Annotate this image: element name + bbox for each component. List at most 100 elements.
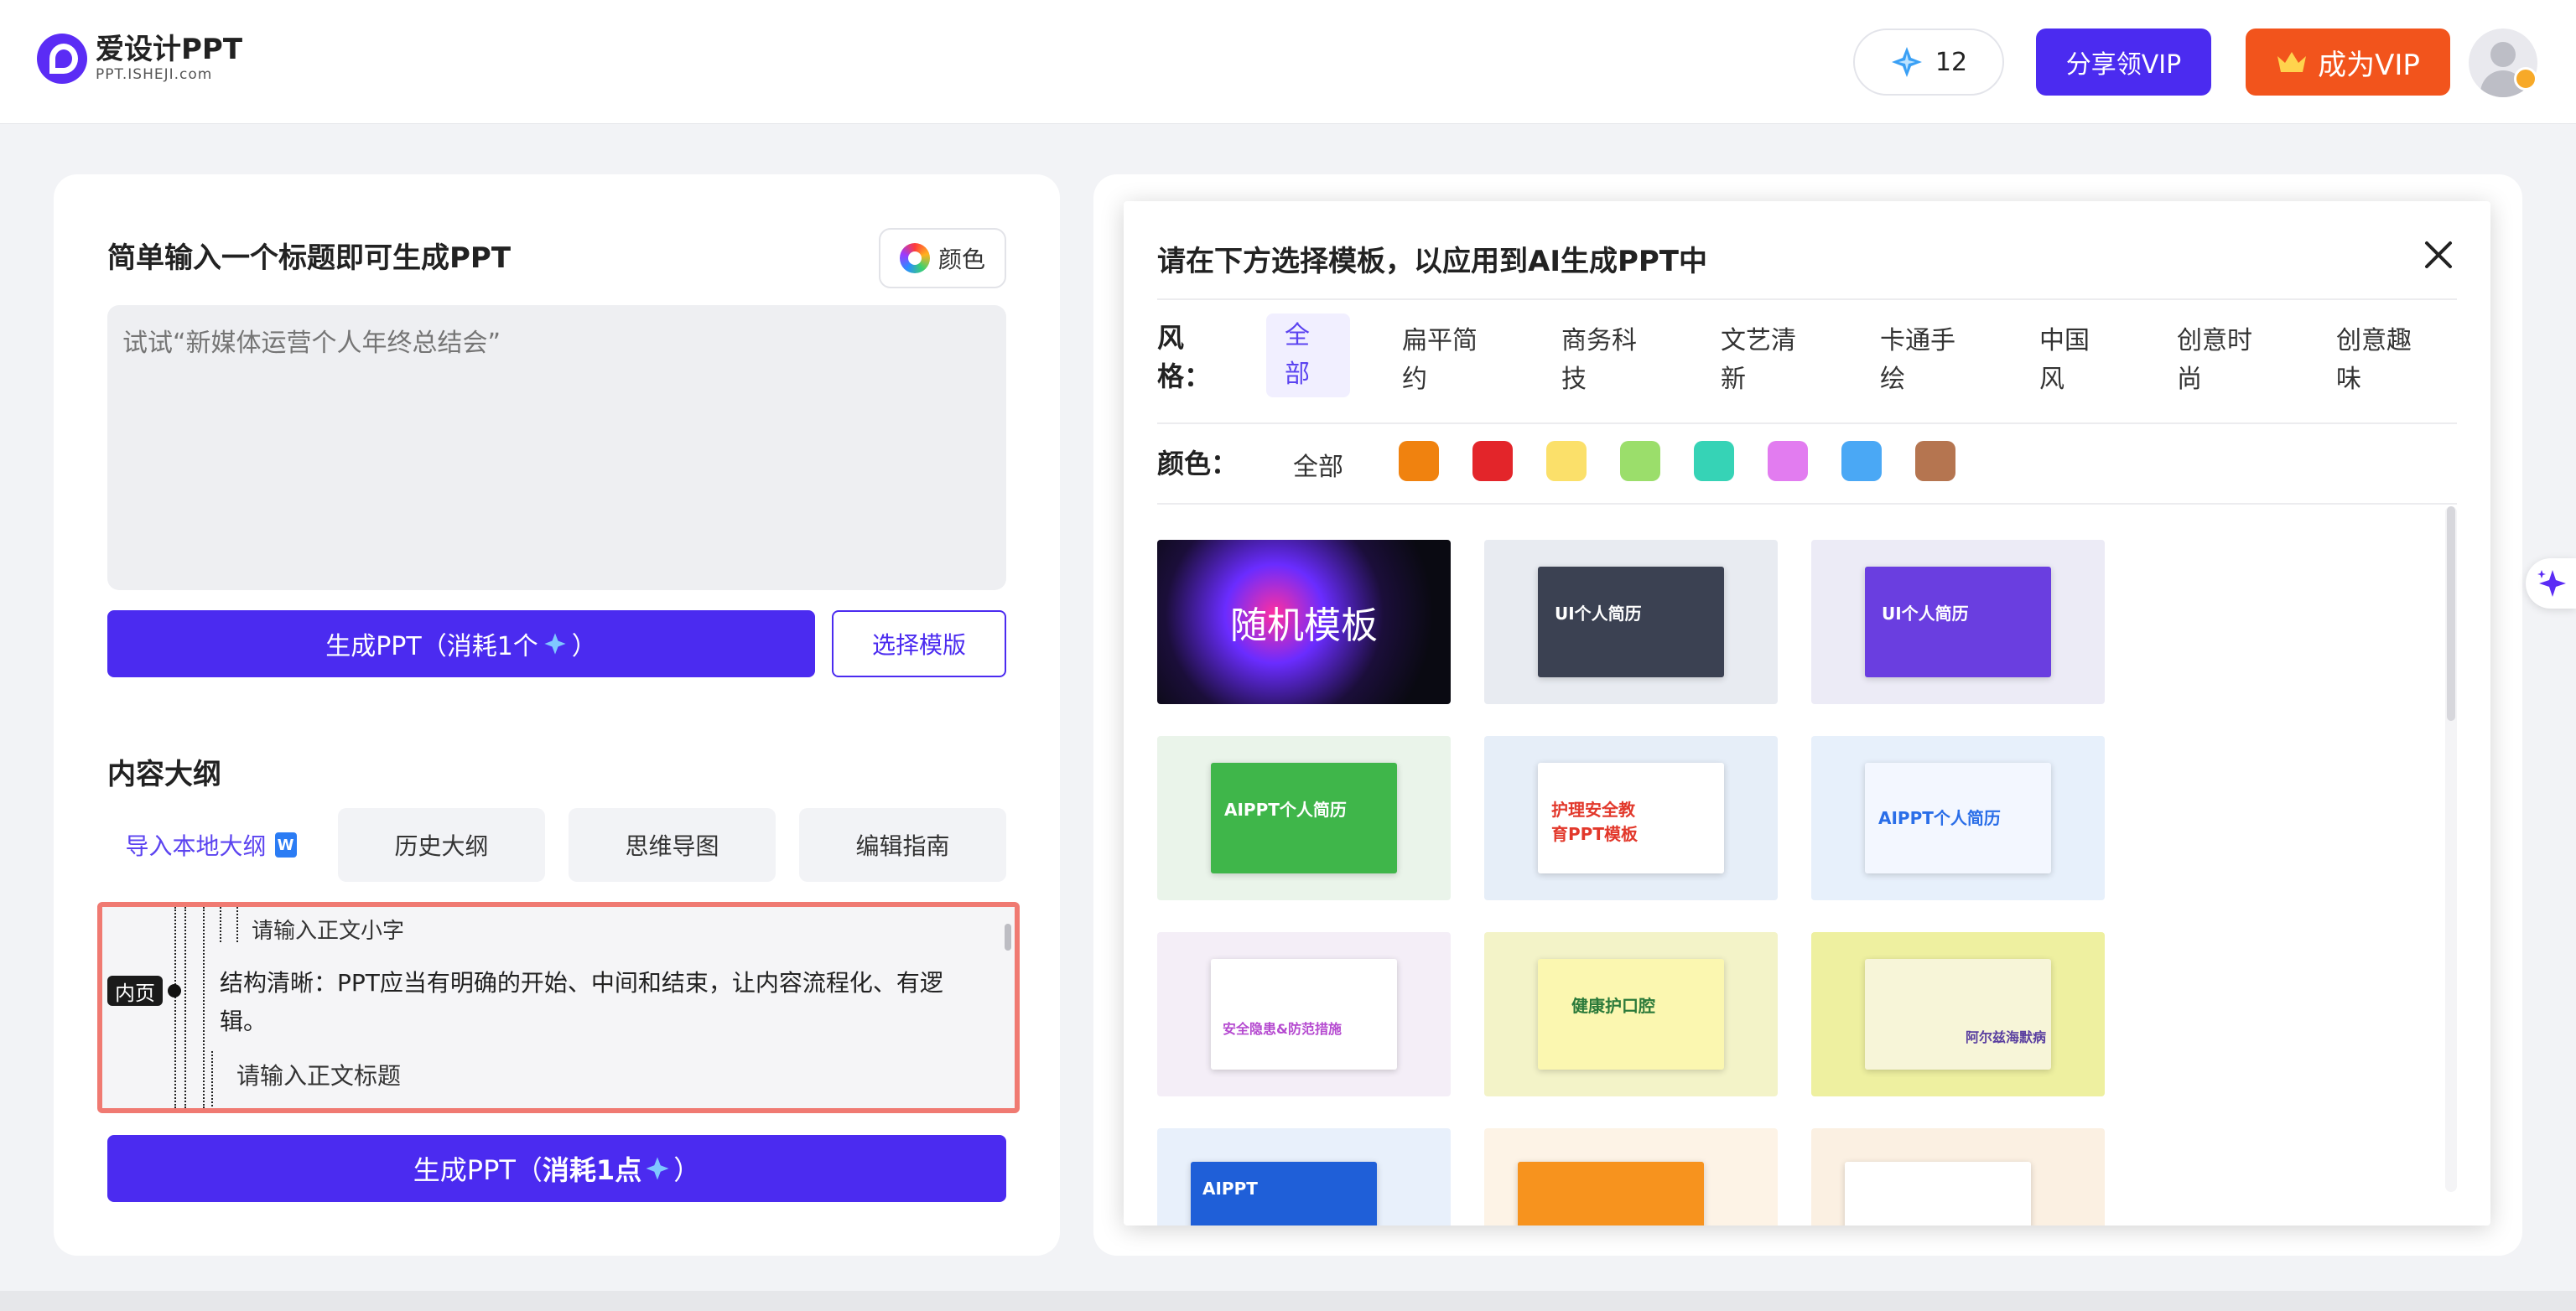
template-label: AIPPT个人简历: [1878, 808, 2001, 828]
template-label: 随机模板: [1230, 604, 1378, 647]
tab-history-outline[interactable]: 历史大纲: [338, 808, 545, 882]
tab-label: 思维导图: [625, 832, 719, 860]
crown-icon: [2277, 52, 2307, 72]
template-card[interactable]: [1484, 1128, 1778, 1226]
color-button[interactable]: 颜色: [879, 228, 1006, 288]
style-option-flat[interactable]: 扁平简约: [1402, 322, 1483, 399]
style-option-chinese[interactable]: 中国风: [2039, 322, 2098, 399]
generate-cost: 消耗1点: [542, 1154, 642, 1186]
template-card[interactable]: 护理安全教育PPT模板: [1484, 736, 1778, 900]
vip-badge-icon: [2514, 67, 2537, 91]
tab-label: 导入本地大纲: [125, 832, 267, 860]
tab-edit-guide[interactable]: 编辑指南: [799, 808, 1006, 882]
color-swatch-red[interactable]: [1472, 441, 1513, 481]
word-doc-icon: W: [274, 832, 297, 858]
color-swatch-brown[interactable]: [1915, 441, 1955, 481]
generate-ppt-from-outline-button[interactable]: 生成PPT（ 消耗1点 ）: [107, 1135, 1006, 1202]
generate-tail: ）: [673, 1154, 701, 1186]
logo-name: 爱设计PPT: [96, 33, 243, 66]
close-icon[interactable]: [2422, 238, 2455, 272]
tab-import-local-outline[interactable]: 导入本地大纲 W: [107, 808, 314, 882]
template-card[interactable]: AIPPT个人简历: [1157, 736, 1451, 900]
generate-ppt-button[interactable]: 生成PPT（消耗1个 ）: [107, 610, 815, 677]
page-footer-band: [0, 1291, 2576, 1311]
share-vip-button[interactable]: 分享领VIP: [2036, 28, 2211, 96]
color-swatch-blue[interactable]: [1841, 441, 1882, 481]
color-swatch-teal[interactable]: [1694, 441, 1734, 481]
template-card[interactable]: UI个人简历: [1811, 540, 2105, 704]
tree-guide-line: [203, 907, 205, 1108]
template-card[interactable]: 阿尔兹海默病: [1811, 932, 2105, 1096]
tree-guide-line: [211, 1051, 213, 1108]
style-option-creative-fun[interactable]: 创意趣味: [2336, 322, 2417, 399]
template-label: UI个人简历: [1555, 604, 1642, 624]
template-label: 安全隐患&防范措施: [1223, 1021, 1342, 1037]
color-filter-label: 颜色：: [1157, 448, 1239, 479]
template-card[interactable]: UI个人简历: [1484, 540, 1778, 704]
tree-guide-line: [236, 907, 238, 942]
color-button-label: 颜色: [937, 246, 985, 273]
top-header: 爱设计PPT PPT.ISHEJI.com 12 分享领VIP 成为VIP: [0, 0, 2576, 124]
logo-icon: [37, 34, 87, 84]
style-option-creative-fashion[interactable]: 创意时尚: [2177, 322, 2257, 399]
style-option-literary[interactable]: 文艺清新: [1721, 322, 1801, 399]
tree-guide-line: [174, 907, 176, 1108]
template-label: AIPPT个人简历: [1224, 800, 1347, 820]
outline-scrollbar[interactable]: [1005, 924, 1011, 951]
outline-title: 内容大纲: [107, 758, 221, 791]
become-vip-label: 成为VIP: [2318, 48, 2420, 82]
tree-guide-line: [184, 907, 186, 1108]
logo[interactable]: 爱设计PPT PPT.ISHEJI.com: [37, 34, 242, 84]
template-card[interactable]: 健康护口腔: [1484, 932, 1778, 1096]
divider: [1157, 422, 2457, 424]
template-random[interactable]: 随机模板: [1157, 540, 1451, 704]
generate-ppt-label: 生成PPT（消耗1个: [325, 632, 538, 661]
sparkle-icon: [1891, 47, 1922, 77]
tab-mind-map[interactable]: 思维导图: [569, 808, 776, 882]
become-vip-button[interactable]: 成为VIP: [2246, 28, 2450, 96]
title-input[interactable]: [107, 305, 1006, 590]
choose-template-button[interactable]: 选择模版: [832, 610, 1006, 677]
modal-title: 请在下方选择模板，以应用到AI生成PPT中: [1157, 245, 1707, 278]
credits-pill[interactable]: 12: [1853, 28, 2004, 96]
outline-editor[interactable]: 请输入正文小字 内页 结构清晰：PPT应当有明确的开始、中间和结束，让内容流程化…: [97, 902, 1020, 1113]
template-label: 阿尔兹海默病: [1966, 1029, 2047, 1045]
outline-tabs: 导入本地大纲 W 历史大纲 思维导图 编辑指南: [107, 808, 1006, 882]
template-picker-modal: 请在下方选择模板，以应用到AI生成PPT中 风格： 全部 扁平简约 商务科技 文…: [1124, 201, 2490, 1226]
template-label: AIPPT: [1202, 1179, 1258, 1199]
generate-label: 生成PPT（: [413, 1154, 543, 1186]
generate-ppt-tail: ）: [571, 632, 597, 661]
color-wheel-icon: [899, 243, 930, 273]
tab-label: 编辑指南: [855, 832, 950, 860]
style-option-all[interactable]: 全部: [1266, 314, 1350, 397]
color-swatch-pink[interactable]: [1768, 441, 1808, 481]
generator-title: 简单输入一个标题即可生成PPT: [107, 241, 512, 275]
sparkle-icon: [2537, 570, 2566, 597]
outline-line[interactable]: 结构清晰：PPT应当有明确的开始、中间和结束，让内容流程化、有逻辑。: [220, 964, 974, 1041]
template-card[interactable]: [1811, 1128, 2105, 1226]
template-card[interactable]: AIPPT: [1157, 1128, 1451, 1226]
style-filter-label: 风格：: [1157, 322, 1212, 392]
page-type-badge: 内页: [107, 976, 163, 1006]
color-swatch-orange[interactable]: [1399, 441, 1439, 481]
divider: [1157, 503, 2457, 505]
outline-line[interactable]: 请输入正文小字: [252, 914, 404, 945]
tree-guide-line: [220, 907, 221, 942]
tab-label: 历史大纲: [394, 832, 489, 860]
logo-domain: PPT.ISHEJI.com: [96, 66, 213, 83]
template-grid: 随机模板 UI个人简历 UI个人简历 AIPPT个人简历 护理安全教育PPT模板…: [1157, 540, 2457, 1226]
template-label: 护理安全教育PPT模板: [1551, 800, 1638, 844]
divider: [1157, 298, 2457, 300]
outline-line[interactable]: 请输入正文标题: [236, 1058, 401, 1091]
color-swatch-green[interactable]: [1620, 441, 1660, 481]
template-label: UI个人简历: [1882, 604, 1969, 624]
style-option-cartoon[interactable]: 卡通手绘: [1880, 322, 1961, 399]
template-card[interactable]: 安全隐患&防范措施: [1157, 932, 1451, 1096]
style-option-business[interactable]: 商务科技: [1561, 322, 1642, 399]
ai-assistant-button[interactable]: [2526, 558, 2576, 609]
color-option-all[interactable]: 全部: [1293, 446, 1343, 483]
sparkle-icon: [646, 1157, 669, 1180]
color-swatch-yellow[interactable]: [1546, 441, 1587, 481]
template-card[interactable]: AIPPT个人简历: [1811, 736, 2105, 900]
sparkle-icon: [544, 633, 566, 655]
